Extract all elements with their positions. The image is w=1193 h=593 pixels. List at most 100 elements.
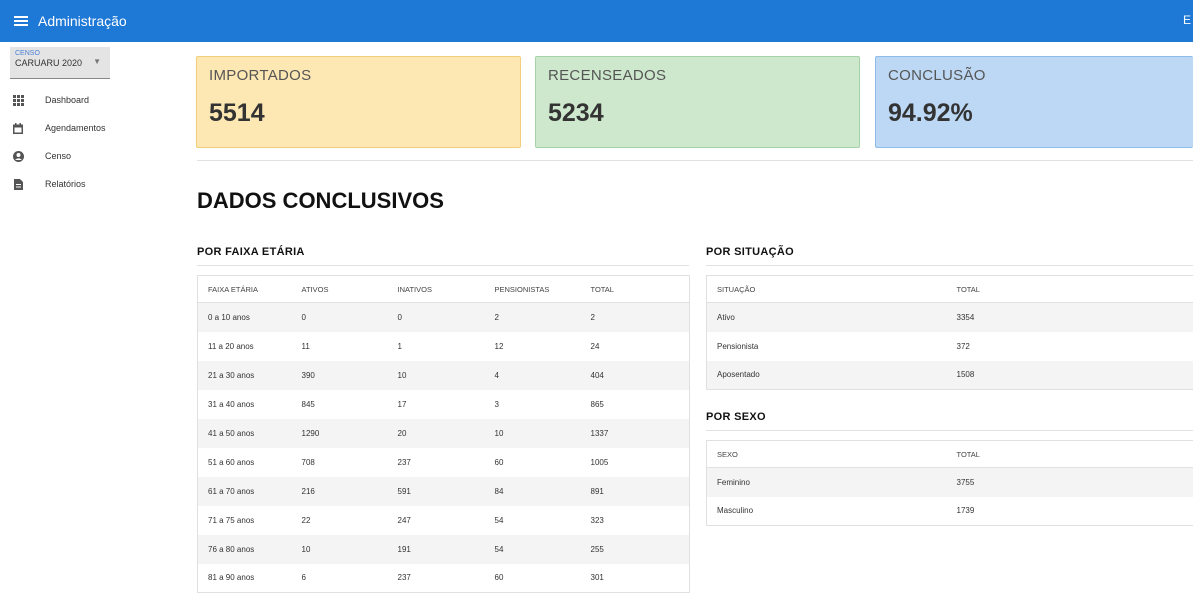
- header-right-text[interactable]: E: [1183, 13, 1191, 27]
- table-cell: 865: [581, 390, 690, 419]
- table-cell: 84: [485, 477, 581, 506]
- table-cell: 31 a 40 anos: [198, 390, 292, 419]
- table-cell: 255: [581, 535, 690, 564]
- table-cell: 237: [388, 448, 485, 477]
- table-row: 81 a 90 anos623760301: [198, 564, 690, 593]
- censo-select[interactable]: CENSO CARUARU 2020 ▼: [10, 47, 110, 79]
- card-value: 5514: [209, 99, 508, 128]
- table-cell: Ativo: [707, 303, 947, 332]
- card-label: IMPORTADOS: [209, 67, 508, 84]
- table-row: 41 a 50 anos129020101337: [198, 419, 690, 448]
- sidebar-item-label: Censo: [45, 151, 71, 161]
- table-cell: 372: [947, 332, 1193, 361]
- chevron-down-icon: ▼: [93, 57, 101, 66]
- column-header: TOTAL: [947, 276, 1193, 303]
- table-cell: 6: [292, 564, 388, 593]
- table-cell: 71 a 75 anos: [198, 506, 292, 535]
- table-row: 71 a 75 anos2224754323: [198, 506, 690, 535]
- column-header: PENSIONISTAS: [485, 276, 581, 303]
- table-header-row: FAIXA ETÁRIAATIVOSINATIVOSPENSIONISTASTO…: [198, 276, 690, 303]
- card-conclusao: CONCLUSÃO 94.92%: [875, 56, 1193, 148]
- card-value: 5234: [548, 99, 847, 128]
- table-cell: 11 a 20 anos: [198, 332, 292, 361]
- card-recenseados: RECENSEADOS 5234: [535, 56, 860, 148]
- table-header-row: SITUAÇÃOTOTAL: [707, 276, 1193, 303]
- app-header: Administração E: [0, 0, 1193, 42]
- faixa-table: FAIXA ETÁRIAATIVOSINATIVOSPENSIONISTASTO…: [197, 275, 690, 593]
- sidebar-item-label: Relatórios: [45, 179, 86, 189]
- card-value: 94.92%: [888, 99, 1181, 128]
- calendar-icon: [12, 122, 24, 134]
- divider: [706, 265, 1193, 266]
- table-row: Ativo3354: [707, 303, 1193, 332]
- faixa-title: POR FAIXA ETÁRIA: [197, 246, 305, 258]
- table-cell: 708: [292, 448, 388, 477]
- sidebar-item-agendamentos[interactable]: Agendamentos: [12, 120, 106, 136]
- table-row: Masculino1739: [707, 497, 1193, 526]
- table-cell: 10: [388, 361, 485, 390]
- app-title: Administração: [38, 13, 127, 29]
- table-row: 0 a 10 anos0022: [198, 303, 690, 332]
- table-cell: 1337: [581, 419, 690, 448]
- column-header: INATIVOS: [388, 276, 485, 303]
- table-cell: 237: [388, 564, 485, 593]
- divider: [706, 430, 1193, 431]
- sidebar-item-relatorios[interactable]: Relatórios: [12, 176, 86, 192]
- table-cell: 60: [485, 564, 581, 593]
- censo-select-value: CARUARU 2020: [15, 58, 105, 68]
- sidebar-item-dashboard[interactable]: Dashboard: [12, 92, 89, 108]
- grid-icon: [12, 94, 24, 106]
- table-cell: 0 a 10 anos: [198, 303, 292, 332]
- card-label: CONCLUSÃO: [888, 67, 1181, 84]
- table-cell: 61 a 70 anos: [198, 477, 292, 506]
- table-cell: 3755: [947, 468, 1193, 497]
- sexo-table: SEXOTOTAL Feminino3755Masculino1739: [706, 440, 1193, 526]
- table-cell: 2: [581, 303, 690, 332]
- table-cell: 3354: [947, 303, 1193, 332]
- table-row: 61 a 70 anos21659184891: [198, 477, 690, 506]
- table-row: 51 a 60 anos708237601005: [198, 448, 690, 477]
- table-cell: 51 a 60 anos: [198, 448, 292, 477]
- sidebar-item-label: Dashboard: [45, 95, 89, 105]
- table-row: 11 a 20 anos1111224: [198, 332, 690, 361]
- table-row: Feminino3755: [707, 468, 1193, 497]
- table-cell: 21 a 30 anos: [198, 361, 292, 390]
- sidebar: CENSO CARUARU 2020 ▼ Dashboard Agendamen…: [0, 42, 180, 581]
- user-circle-icon: [12, 150, 24, 162]
- sidebar-item-censo[interactable]: Censo: [12, 148, 71, 164]
- censo-select-label: CENSO: [15, 50, 105, 57]
- table-cell: Pensionista: [707, 332, 947, 361]
- table-cell: 2: [485, 303, 581, 332]
- table-row: 76 a 80 anos1019154255: [198, 535, 690, 564]
- table-cell: 10: [485, 419, 581, 448]
- table-cell: 1739: [947, 497, 1193, 526]
- table-cell: 390: [292, 361, 388, 390]
- table-cell: 216: [292, 477, 388, 506]
- card-importados: IMPORTADOS 5514: [196, 56, 521, 148]
- table-row: 21 a 30 anos390104404: [198, 361, 690, 390]
- table-cell: 0: [388, 303, 485, 332]
- section-title: DADOS CONCLUSIVOS: [197, 188, 444, 214]
- table-cell: 301: [581, 564, 690, 593]
- table-cell: 12: [485, 332, 581, 361]
- table-cell: 845: [292, 390, 388, 419]
- table-row: Pensionista372: [707, 332, 1193, 361]
- table-cell: 1: [388, 332, 485, 361]
- table-cell: 60: [485, 448, 581, 477]
- sexo-title: POR SEXO: [706, 411, 766, 423]
- table-cell: 81 a 90 anos: [198, 564, 292, 593]
- column-header: SEXO: [707, 441, 947, 468]
- menu-icon[interactable]: [14, 14, 28, 28]
- table-cell: 1290: [292, 419, 388, 448]
- table-header-row: SEXOTOTAL: [707, 441, 1193, 468]
- table-cell: 323: [581, 506, 690, 535]
- table-cell: 54: [485, 506, 581, 535]
- column-header: SITUAÇÃO: [707, 276, 947, 303]
- table-cell: 891: [581, 477, 690, 506]
- situacao-title: POR SITUAÇÃO: [706, 246, 794, 258]
- table-cell: Masculino: [707, 497, 947, 526]
- table-cell: 4: [485, 361, 581, 390]
- sidebar-item-label: Agendamentos: [45, 123, 106, 133]
- table-cell: 591: [388, 477, 485, 506]
- table-cell: 17: [388, 390, 485, 419]
